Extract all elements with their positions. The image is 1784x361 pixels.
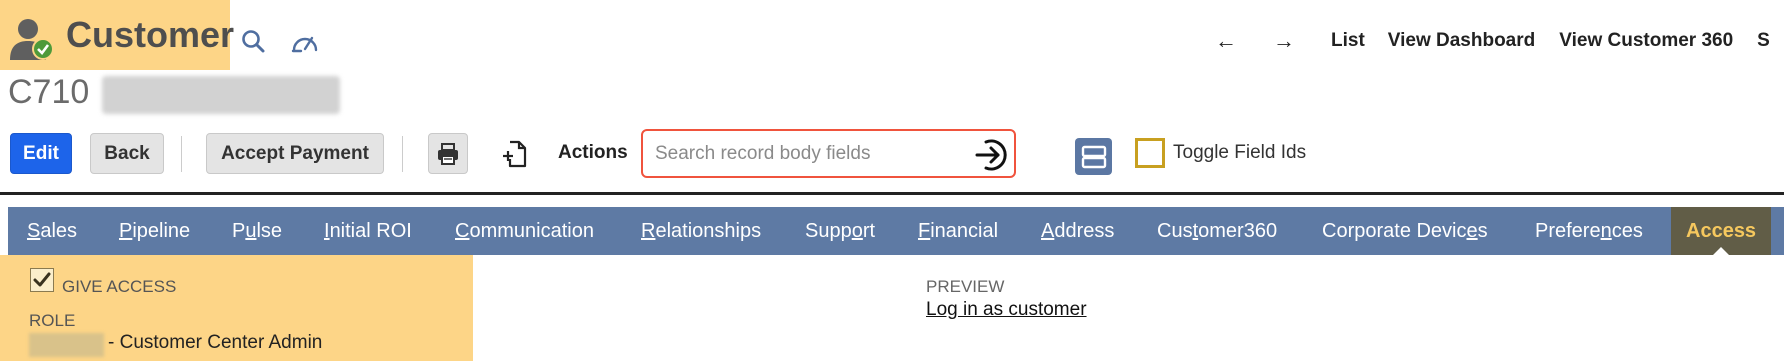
view-dashboard-link[interactable]: View Dashboard — [1388, 30, 1535, 52]
tab-initial-roi[interactable]: Initial ROI — [324, 207, 412, 255]
edit-button[interactable]: Edit — [10, 133, 72, 174]
toolbar-divider — [402, 136, 403, 172]
log-in-as-customer-link[interactable]: Log in as customer — [926, 299, 1087, 321]
toolbar-divider — [181, 136, 182, 172]
record-id: C710 — [8, 73, 90, 111]
page-title: Customer — [66, 14, 235, 55]
tab-support[interactable]: Support — [805, 207, 875, 255]
speedometer-icon[interactable] — [290, 28, 320, 54]
toggle-field-ids-label: Toggle Field Ids — [1173, 142, 1307, 163]
tab-access[interactable]: Access — [1671, 207, 1772, 256]
checkmark-icon — [33, 272, 51, 287]
search-icon[interactable] — [240, 28, 266, 54]
tab-address[interactable]: Address — [1041, 207, 1114, 255]
view-customer-360-link[interactable]: View Customer 360 — [1559, 30, 1733, 52]
role-value: - Customer Center Admin — [108, 332, 323, 353]
actions-menu[interactable]: Actions — [558, 142, 628, 164]
record-name-redacted — [102, 76, 340, 114]
overflow-link[interactable]: S — [1757, 30, 1770, 52]
tab-financial[interactable]: Financial — [918, 207, 998, 255]
printer-icon — [438, 142, 458, 165]
next-record-arrow-icon[interactable]: → — [1273, 28, 1295, 54]
rows-layout-icon — [1081, 145, 1106, 168]
search-input[interactable] — [655, 141, 955, 167]
tab-preferences[interactable]: Preferences — [1535, 207, 1643, 255]
tab-pulse[interactable]: Pulse — [232, 207, 282, 255]
tab-corporate-devices[interactable]: Corporate Devices — [1322, 207, 1488, 255]
new-document-icon[interactable] — [502, 139, 528, 169]
record-navigation: ← → List View Dashboard View Customer 36… — [1215, 28, 1770, 54]
toggle-field-ids[interactable]: Toggle Field Ids — [1135, 138, 1306, 168]
record-field-search — [641, 129, 1016, 178]
tab-sales[interactable]: Sales — [27, 207, 77, 255]
give-access-label: GIVE ACCESS — [62, 277, 177, 296]
role-label: ROLE — [29, 311, 76, 330]
tab-pipeline[interactable]: Pipeline — [119, 207, 190, 255]
give-access-checkbox[interactable] — [30, 268, 54, 292]
toggle-field-ids-checkbox[interactable] — [1135, 138, 1165, 168]
print-button[interactable] — [428, 133, 468, 174]
preview-label: PREVIEW — [926, 277, 1005, 296]
previous-record-arrow-icon[interactable]: ← — [1215, 28, 1237, 54]
customer-approved-icon — [10, 19, 54, 60]
tab-customer360[interactable]: Customer360 — [1157, 207, 1277, 255]
role-name-redacted — [29, 333, 104, 357]
header-divider — [0, 192, 1784, 195]
tab-communication[interactable]: Communication — [455, 207, 594, 255]
layout-toggle-button[interactable] — [1075, 138, 1112, 175]
arrow-right-circle-icon[interactable] — [974, 137, 1010, 173]
back-button[interactable]: Back — [90, 133, 164, 174]
tab-relationships[interactable]: Relationships — [641, 207, 761, 255]
subtab-bar: Sales Pipeline Pulse Initial ROI Communi… — [8, 207, 1784, 256]
accept-payment-button[interactable]: Accept Payment — [206, 133, 384, 174]
list-link[interactable]: List — [1331, 30, 1365, 52]
